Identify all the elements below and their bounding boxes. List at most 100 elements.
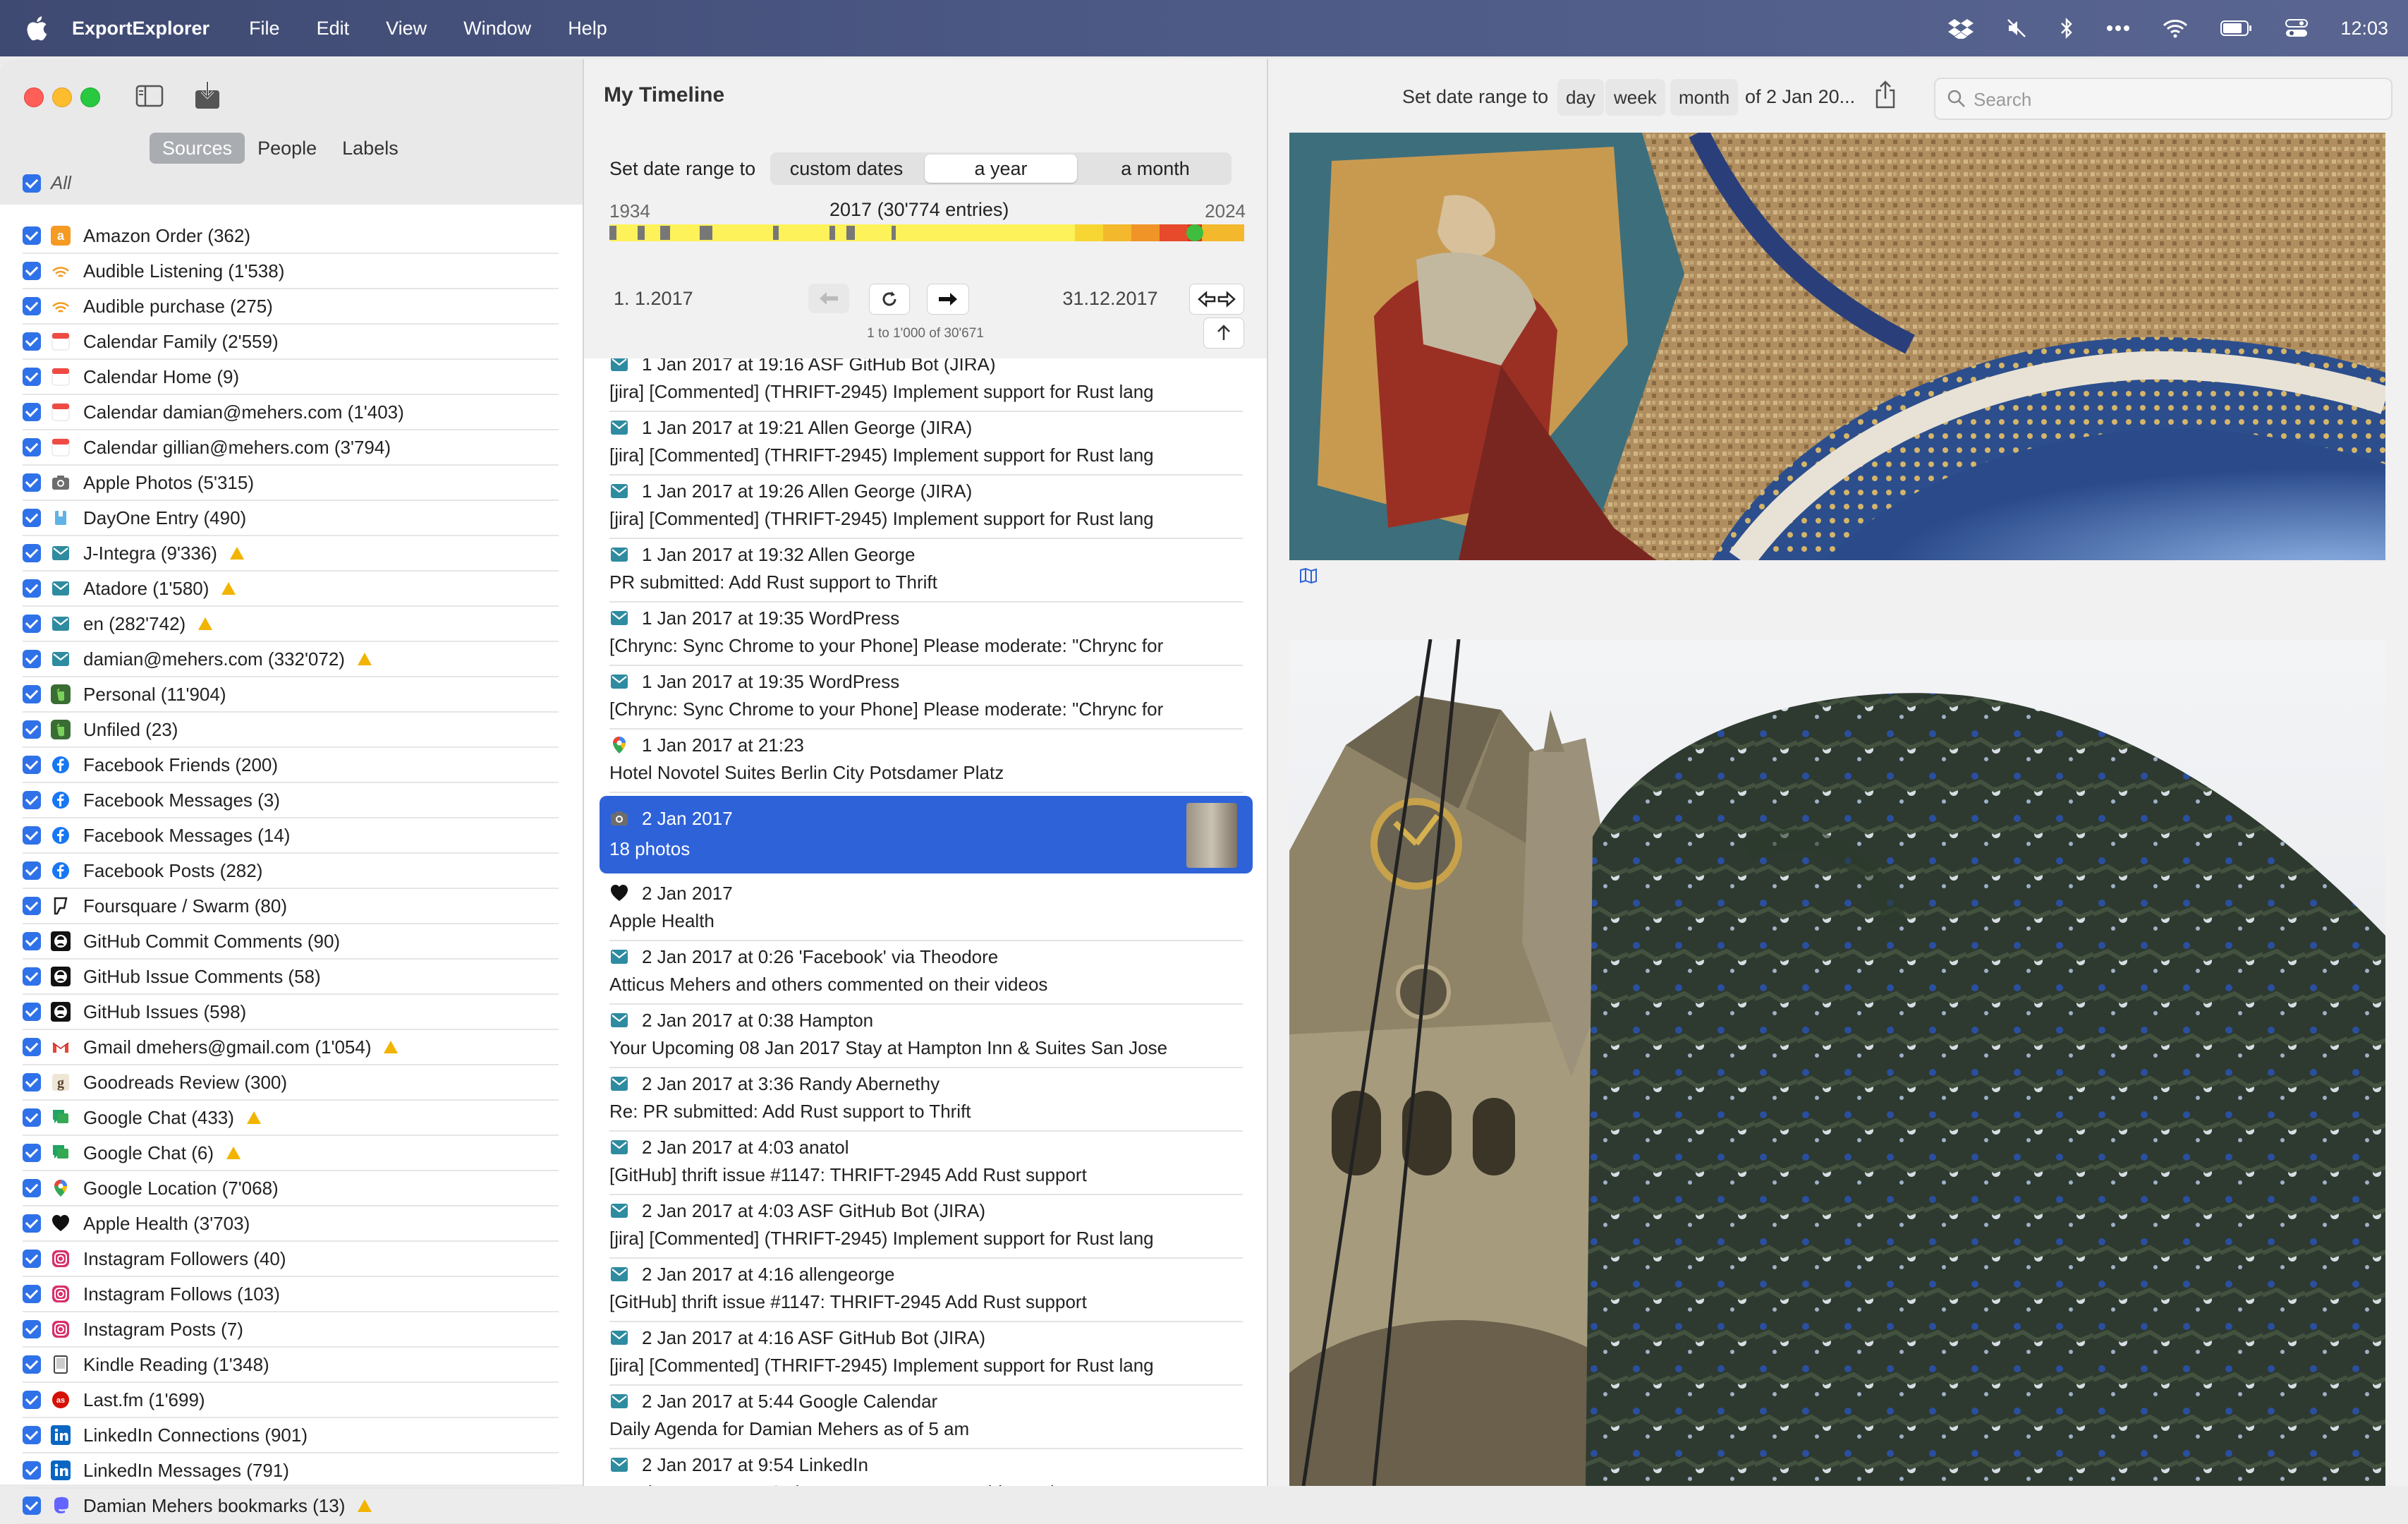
source-checkbox[interactable] [23,826,41,845]
timeline-entry[interactable]: 1 Jan 2017 at 21:23 Hotel Novotel Suites … [609,730,1243,793]
menu-edit[interactable]: Edit [317,18,350,40]
range-a-year[interactable]: a year [925,155,1077,183]
photo-church-tower[interactable] [1289,639,2385,1486]
source-checkbox[interactable] [23,1461,41,1480]
source-row[interactable]: a Amazon Order (362) [23,219,559,254]
source-checkbox[interactable] [23,1285,41,1303]
menu-help[interactable]: Help [568,18,607,40]
range-a-month[interactable]: a month [1079,152,1232,185]
search-field[interactable]: Search [1934,78,2392,120]
menu-file[interactable]: File [249,18,280,40]
dropbox-icon[interactable] [1948,18,1974,39]
tab-labels[interactable]: Labels [329,133,411,164]
source-row[interactable]: LinkedIn Connections (901) [23,1418,559,1453]
more-icon[interactable] [2106,25,2130,32]
source-checkbox[interactable] [23,1320,41,1338]
source-checkbox[interactable] [23,720,41,739]
scroll-top-button[interactable] [1203,318,1244,349]
all-checkbox[interactable] [23,174,41,193]
source-checkbox[interactable] [23,297,41,315]
timeline-entry[interactable]: 2 Jan 2017 at 5:44 Google Calendar Daily … [609,1386,1243,1449]
source-row[interactable]: GitHub Commit Comments (90) [23,924,559,960]
source-checkbox[interactable] [23,1003,41,1021]
timeline-entry[interactable]: 2 Jan 2017 at 4:03 anatol [GitHub] thrift… [609,1132,1243,1195]
source-checkbox[interactable] [23,544,41,562]
window-minimize-button[interactable] [52,87,72,107]
timeline-entry[interactable]: 1 Jan 2017 at 19:35 WordPress [Chrync: Sy… [609,603,1243,666]
source-checkbox[interactable] [23,1391,41,1409]
source-row[interactable]: Atadore (1'580) [23,572,559,607]
source-checkbox[interactable] [23,791,41,809]
source-row[interactable]: Calendar Home (9) [23,360,559,395]
source-row[interactable]: en (282'742) [23,607,559,642]
window-close-button[interactable] [24,87,44,107]
window-zoom-button[interactable] [80,87,100,107]
source-checkbox[interactable] [23,226,41,245]
wifi-icon[interactable] [2163,18,2188,38]
timeline-entry-selected[interactable]: 2 Jan 2017 18 photos [600,796,1253,873]
timeline-entry[interactable]: 2 Jan 2017 at 3:36 Randy Abernethy Re: PR… [609,1068,1243,1132]
apple-logo-icon[interactable] [24,14,48,42]
expand-range-button[interactable] [1189,284,1244,315]
timeline-entry[interactable]: 1 Jan 2017 at 19:35 WordPress [Chrync: Sy… [609,666,1243,730]
timeline-entry[interactable]: 2 Jan 2017 at 4:16 allengeorge [GitHub] t… [609,1259,1243,1322]
source-checkbox[interactable] [23,438,41,456]
source-row[interactable]: DayOne Entry (490) [23,501,559,536]
source-checkbox[interactable] [23,967,41,986]
source-checkbox[interactable] [23,403,41,421]
source-row[interactable]: Audible Listening (1'538) [23,254,559,289]
date-from-field[interactable]: 1. 1.2017 [614,284,729,313]
source-checkbox[interactable] [23,1214,41,1233]
source-row[interactable]: Google Location (7'068) [23,1171,559,1206]
previous-button[interactable] [808,284,849,313]
timeline-entry[interactable]: 1 Jan 2017 at 19:26 Allen George (JIRA) [… [609,476,1243,539]
source-row[interactable]: Gmail dmehers@gmail.com (1'054) [23,1030,559,1065]
timeline-entry[interactable]: 2 Jan 2017 at 9:54 LinkedIn Damian, you'v… [609,1449,1243,1487]
source-checkbox[interactable] [23,932,41,950]
source-row[interactable]: Facebook Messages (3) [23,783,559,818]
source-checkbox[interactable] [23,685,41,703]
source-checkbox[interactable] [23,368,41,386]
timeline-entry[interactable]: 2 Jan 2017 at 4:16 ASF GitHub Bot (JIRA)… [609,1322,1243,1386]
entry-thumbnail[interactable] [1186,803,1237,868]
timeline-entry[interactable]: 1 Jan 2017 at 19:32 Allen George PR submi… [609,539,1243,603]
timeline-entry[interactable]: 2 Jan 2017 at 4:03 ASF GitHub Bot (JIRA)… [609,1195,1243,1259]
source-row[interactable]: Audible purchase (275) [23,289,559,325]
source-row[interactable]: Calendar gillian@mehers.com (3'794) [23,430,559,466]
source-checkbox[interactable] [23,332,41,351]
source-row[interactable]: Facebook Posts (282) [23,854,559,889]
source-row[interactable]: Calendar Family (2'559) [23,325,559,360]
source-row[interactable]: Google Chat (433) [23,1101,559,1136]
source-checkbox[interactable] [23,262,41,280]
range-custom-dates[interactable]: custom dates [770,152,923,185]
battery-icon[interactable] [2220,20,2253,37]
source-row[interactable]: g Goodreads Review (300) [23,1065,559,1101]
source-checkbox[interactable] [23,1496,41,1515]
map-icon[interactable] [1299,567,1318,584]
mute-icon[interactable] [2006,18,2027,39]
timeline-entry[interactable]: 1 Jan 2017 at 19:21 Allen George (JIRA) [… [609,412,1243,476]
source-row[interactable]: Instagram Follows (103) [23,1277,559,1312]
source-row[interactable]: Personal (11'904) [23,677,559,713]
sidebar-toggle-icon[interactable] [135,85,164,107]
source-checkbox[interactable] [23,473,41,492]
range-day-button[interactable]: day [1557,79,1604,116]
menu-view[interactable]: View [386,18,427,40]
source-row[interactable]: Facebook Messages (14) [23,818,559,854]
reload-button[interactable] [869,284,910,315]
range-month-button[interactable]: month [1670,79,1739,116]
source-row[interactable]: Instagram Posts (7) [23,1312,559,1348]
source-checkbox[interactable] [23,615,41,633]
bluetooth-icon[interactable] [2060,17,2074,40]
clock[interactable]: 12:03 [2340,18,2388,40]
source-row[interactable]: Damian Mehers bookmarks (13) [23,1489,559,1524]
source-row[interactable]: Apple Health (3'703) [23,1206,559,1242]
source-row[interactable]: GitHub Issue Comments (58) [23,960,559,995]
source-checkbox[interactable] [23,1038,41,1056]
tab-sources[interactable]: Sources [150,133,245,164]
app-name-menu[interactable]: ExportExplorer [72,18,209,40]
source-checkbox[interactable] [23,509,41,527]
source-checkbox[interactable] [23,861,41,880]
all-sources-row[interactable]: All [23,172,71,194]
source-checkbox[interactable] [23,897,41,915]
